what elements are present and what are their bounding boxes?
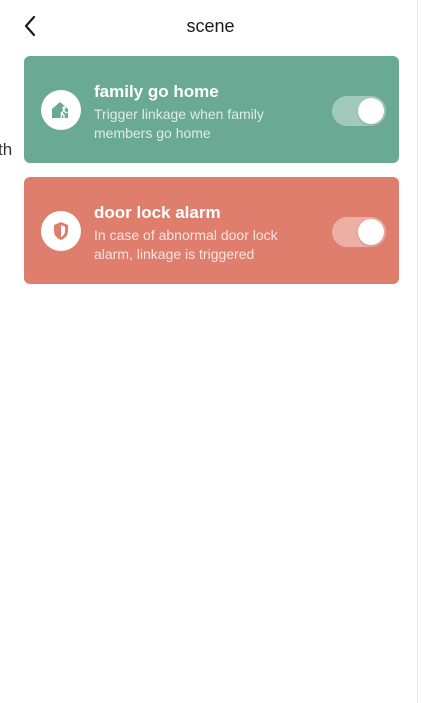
- divider: [417, 0, 418, 703]
- scene-description: In case of abnormal door lock alarm, lin…: [94, 227, 278, 262]
- clipped-text: th: [0, 140, 13, 159]
- scene-card-door-lock-alarm[interactable]: door lock alarm In case of abnormal door…: [24, 177, 399, 284]
- scene-toggle-door-lock-alarm[interactable]: [332, 217, 386, 247]
- page-title: scene: [186, 16, 235, 36]
- scene-icon-badge: [41, 211, 81, 251]
- shield-icon: [54, 222, 68, 240]
- scene-title: door lock alarm: [94, 203, 221, 222]
- toggle-knob: [358, 98, 384, 124]
- scene-toggle-family-go-home[interactable]: [332, 96, 386, 126]
- scene-icon-badge: [41, 90, 81, 130]
- scene-title: family go home: [94, 82, 219, 101]
- scene-card-family-go-home[interactable]: family go home Trigger linkage when fami…: [24, 56, 399, 163]
- home-walk-icon: [52, 102, 68, 119]
- toggle-knob: [358, 219, 384, 245]
- scene-description: Trigger linkage when family members go h…: [94, 106, 264, 141]
- top-bar: scene: [0, 0, 421, 52]
